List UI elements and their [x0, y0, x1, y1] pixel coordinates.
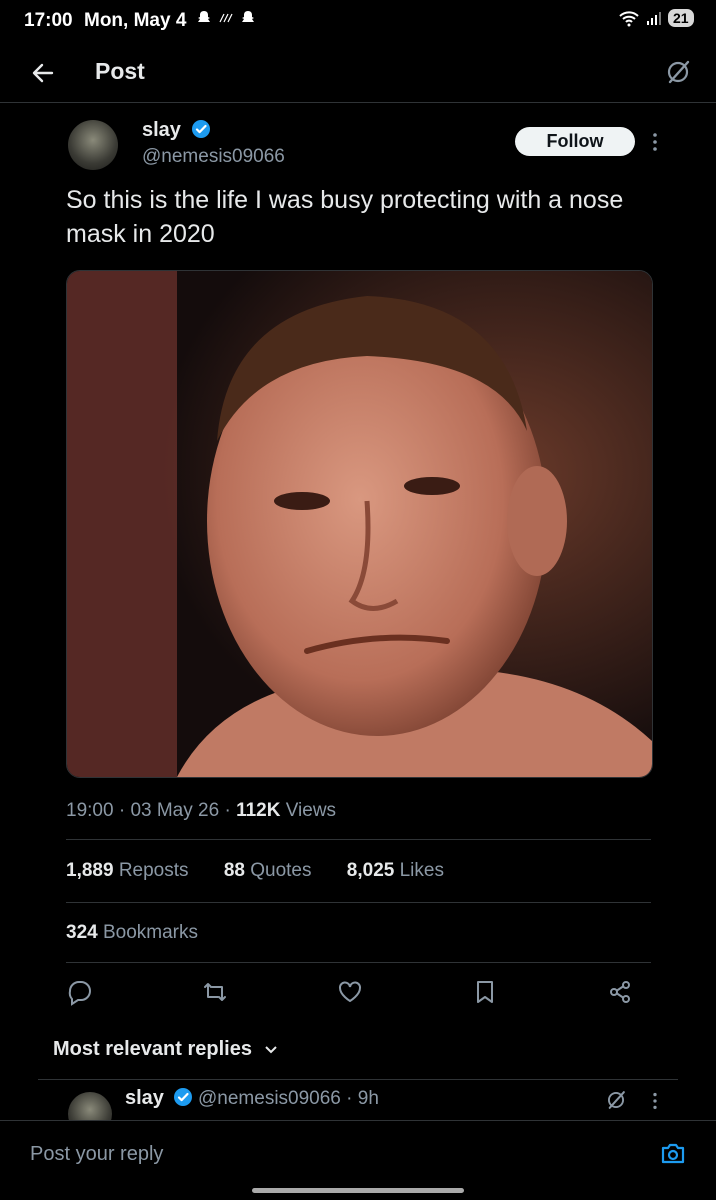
reply-icon[interactable] [66, 978, 94, 1006]
bookmarks-stat[interactable]: 324 Bookmarks [66, 922, 198, 944]
arrow-left-icon[interactable] [30, 60, 56, 86]
bookmark-icon[interactable] [471, 978, 499, 1006]
reposts-label: Reposts [118, 860, 189, 881]
quotes-stat[interactable]: 88 Quotes [224, 860, 312, 881]
reply-composer[interactable]: Post your reply [0, 1120, 716, 1177]
notification-icons [196, 10, 256, 26]
author-handle[interactable]: @nemesis09066 [142, 146, 285, 168]
gesture-navigation-bar[interactable] [252, 1188, 464, 1193]
divider [38, 1079, 678, 1080]
avatar[interactable] [68, 120, 118, 170]
snapchat-icon [242, 11, 254, 22]
post-time: 19:00 [66, 800, 114, 821]
divider [66, 839, 651, 840]
status-time: 17:00 [24, 10, 73, 31]
battery-indicator: 21 [668, 9, 694, 27]
snapchat-icon [198, 11, 210, 22]
reply-input[interactable]: Post your reply [30, 1143, 163, 1166]
share-icon[interactable] [606, 978, 634, 1006]
reply-sort-label: Most relevant replies [53, 1038, 252, 1060]
meta-separator: · [118, 800, 126, 821]
like-icon[interactable] [336, 978, 364, 1006]
reposts-stat[interactable]: 1,889 Reposts [66, 860, 189, 881]
photo-illustration [67, 271, 652, 777]
more-options-icon[interactable] [650, 130, 660, 154]
chevron-down-icon [264, 1046, 277, 1054]
post-date: 03 May 26 [130, 800, 220, 821]
wifi-icon [619, 11, 639, 27]
author-name[interactable]: slay [142, 119, 211, 142]
bookmarks-label: Bookmarks [102, 922, 199, 943]
camera-icon[interactable] [660, 1141, 686, 1165]
engagement-stats: 1,889 Reposts 88 Quotes 8,025 Likes [66, 860, 444, 882]
signal-wave-icon [219, 13, 233, 23]
follow-button[interactable]: Follow [515, 127, 635, 156]
grok-icon[interactable] [664, 58, 692, 86]
reply-author-name-text: slay [125, 1087, 164, 1109]
reply-sort-dropdown[interactable]: Most relevant replies [53, 1038, 278, 1061]
quotes-count: 88 [223, 860, 245, 881]
status-bar: 17:00 Mon, May 4 21 [0, 0, 716, 44]
reply-handle-time: @nemesis09066 · 9h [198, 1088, 379, 1109]
meta-separator: · [224, 800, 231, 821]
likes-label: Likes [399, 860, 444, 881]
views-label: Views [285, 800, 337, 821]
reply-author-name[interactable]: slay [125, 1087, 193, 1110]
likes-count: 8,025 [346, 860, 395, 881]
post-image[interactable] [66, 270, 653, 778]
grok-icon[interactable] [605, 1089, 627, 1111]
divider [66, 962, 651, 963]
post-text: So this is the life I was busy protectin… [66, 186, 624, 248]
likes-stat[interactable]: 8,025 Likes [347, 860, 444, 881]
reposts-count: 1,889 [66, 860, 114, 881]
post-timestamp: 19:00 · 03 May 26 · 112K Views [66, 800, 336, 822]
reply-more-options-icon[interactable] [650, 1090, 660, 1112]
action-bar [66, 978, 634, 1006]
cell-signal-icon [647, 12, 661, 25]
author-name-text: slay [142, 119, 181, 141]
verified-badge-icon [191, 120, 210, 138]
quotes-label: Quotes [250, 860, 312, 881]
divider [66, 902, 651, 903]
verified-badge-icon [173, 1088, 192, 1106]
page-title: Post [95, 58, 145, 84]
views-count: 112K [236, 800, 281, 821]
repost-icon[interactable] [201, 978, 229, 1006]
bookmarks-count: 324 [66, 922, 98, 943]
top-app-bar: Post [0, 44, 716, 103]
system-icons: 21 [618, 9, 694, 27]
status-date: Mon, May 4 [84, 10, 187, 31]
